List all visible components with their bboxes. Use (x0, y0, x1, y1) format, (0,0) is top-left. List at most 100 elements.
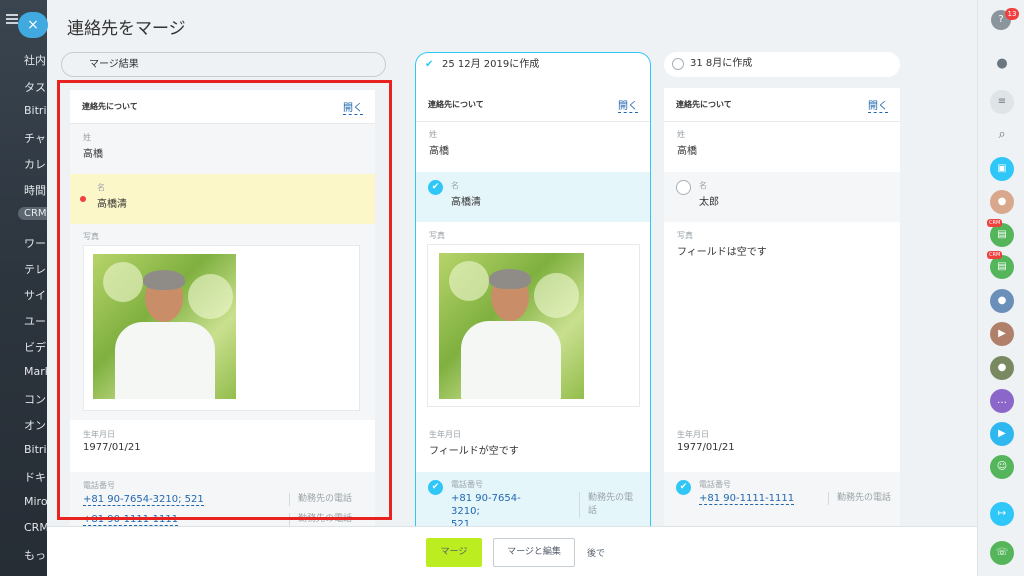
field-value: 高橋 (429, 146, 449, 157)
phone-link[interactable]: +81 90-7654-3210; 521 (83, 493, 204, 506)
photo-frame (427, 244, 640, 407)
left-nav-item[interactable]: もっ (24, 547, 46, 563)
left-nav-item[interactable]: Miro (24, 495, 47, 508)
merge-and-edit-button[interactable]: マージと編集 (493, 538, 575, 567)
check-circle-icon[interactable]: ✔ (428, 180, 443, 195)
last-name-field: 姓 高橋 (416, 122, 650, 172)
photo-field: 写真 フィールドは空です (664, 222, 900, 422)
avatar[interactable]: ● (990, 356, 1014, 380)
right-sidebar: ? 13 ● ≡ ⌕ ▣ ● CRM ▤ CRM ▤ ● ▶ ● … ▶ ☺ ↦ ☏ (977, 0, 1024, 576)
left-nav-item[interactable]: チャ (24, 130, 46, 146)
field-label: 電話番号 (699, 480, 731, 489)
left-nav-item[interactable]: CRM (24, 521, 47, 534)
column-header-label: 31 8月に作成 (690, 58, 753, 69)
chat-list-icon[interactable]: ≡ (990, 90, 1014, 114)
merge-result-header: マージ結果 (61, 52, 386, 77)
left-sidebar: 社内 タス Bitriz チャ カレ 時間 CRM ワー テレ サイ ユー ビデ… (0, 0, 47, 576)
field-label: 写真 (677, 231, 693, 240)
crm-tag: CRM (987, 251, 1003, 259)
field-label: 名 (451, 181, 459, 190)
left-nav-item[interactable]: ワー (24, 235, 46, 251)
field-label: 電話番号 (83, 481, 115, 490)
column-header-august[interactable]: 31 8月に作成 (664, 52, 900, 77)
group-icon[interactable]: ☺ (990, 455, 1014, 479)
phone-call-icon[interactable]: ☏ (990, 541, 1014, 565)
avatar[interactable]: ● (990, 289, 1014, 313)
check-circle-icon[interactable]: ✔ (676, 480, 691, 495)
open-link[interactable]: 開く (618, 97, 638, 113)
left-nav-item[interactable]: オン (24, 417, 46, 433)
check-icon: ✔ (425, 59, 434, 70)
left-nav-item[interactable]: ドキ (24, 469, 46, 485)
field-label: 写真 (429, 231, 445, 240)
left-nav-item[interactable]: タス (24, 79, 46, 95)
phone-type: 勤務先の電話 (289, 513, 352, 526)
merge-button[interactable]: マージ (426, 538, 482, 567)
phone-type: 勤務先の電話 (289, 493, 352, 506)
bell-icon[interactable]: ● (993, 55, 1011, 73)
field-value: 高橋清 (451, 197, 481, 208)
left-nav-item[interactable]: 社内 (24, 52, 46, 68)
field-value: 高橋 (83, 149, 103, 160)
merge-panel: 連絡先をマージ マージ結果 ✔ 25 12月 2019に作成 31 8月に作成 … (47, 0, 977, 576)
message-icon[interactable]: … (990, 389, 1014, 413)
radio-unchecked-icon[interactable] (672, 58, 684, 70)
left-nav-item-crm[interactable]: CRM (18, 207, 47, 220)
column-header-2019[interactable]: ✔ 25 12月 2019に作成 (415, 52, 651, 77)
crm-chat-icon[interactable]: CRM ▤ (987, 219, 1014, 247)
left-nav-item[interactable]: サイ (24, 287, 46, 303)
left-nav-item[interactable]: Bitriz (24, 104, 47, 117)
photo-frame (83, 245, 360, 411)
field-value: 太郎 (699, 197, 719, 208)
phone-link[interactable]: +81 90-1111-1111 (83, 513, 179, 526)
files-icon[interactable]: ↦ (990, 502, 1014, 526)
open-link[interactable]: 開く (343, 99, 363, 115)
search-icon[interactable]: ⌕ (993, 126, 1011, 144)
close-icon[interactable]: × (18, 12, 48, 38)
lock-icon[interactable]: ▣ (990, 157, 1014, 181)
hamburger-menu-icon[interactable] (6, 14, 18, 24)
check-circle-icon[interactable]: ✔ (428, 480, 443, 495)
contact-photo (439, 253, 584, 399)
field-label: 名 (97, 183, 105, 192)
crm-chat-icon[interactable]: CRM ▤ (987, 251, 1014, 279)
field-label: 生年月日 (429, 430, 461, 439)
left-nav-item[interactable]: ユー (24, 313, 46, 329)
left-nav-item[interactable]: ビデ (24, 339, 46, 355)
left-nav-item[interactable]: Mark (24, 365, 47, 378)
field-value: フィールドは空です (677, 247, 767, 258)
field-value: 高橋 (677, 146, 697, 157)
phone-type: 勤務先の電話 (579, 492, 633, 518)
section-header: 連絡先について 開く (664, 88, 900, 122)
field-label: 姓 (83, 133, 91, 142)
meeting-icon[interactable]: ▶ (990, 422, 1014, 446)
field-value: 1977/01/21 (677, 442, 735, 453)
section-header: 連絡先について 開く (70, 90, 375, 124)
later-button[interactable]: 後で (587, 546, 605, 559)
field-label: 生年月日 (83, 430, 115, 439)
first-name-field[interactable]: 名 太郎 (664, 172, 900, 222)
field-label: 姓 (677, 130, 685, 139)
merge-result-card: 連絡先について 開く 姓 高橋 名 高橋清 写真 生年月日 1977/01/21… (70, 90, 375, 576)
left-nav-item[interactable]: カレ (24, 156, 46, 172)
field-value: 高橋清 (97, 199, 127, 210)
field-label: 姓 (429, 130, 437, 139)
page-title: 連絡先をマージ (67, 19, 186, 39)
section-header: 連絡先について 開く (416, 88, 650, 122)
left-nav-item[interactable]: Bitriz (24, 443, 47, 456)
radio-unchecked-icon[interactable] (676, 180, 691, 195)
left-nav-item[interactable]: コン (24, 391, 46, 407)
open-link[interactable]: 開く (868, 97, 888, 113)
left-nav-item[interactable]: 時間 (24, 182, 46, 198)
contact-card-2019: 連絡先について 開く 姓 高橋 ✔ 名 高橋清 写真 生年月日 フィールドが空で… (415, 77, 651, 576)
avatar[interactable]: ● (990, 190, 1014, 214)
first-name-field[interactable]: 名 高橋清 (70, 174, 375, 224)
last-name-field: 姓 高橋 (664, 122, 900, 172)
first-name-field[interactable]: ✔ 名 高橋清 (416, 172, 650, 222)
column-header-label: 25 12月 2019に作成 (442, 59, 540, 70)
field-value: フィールドが空です (429, 446, 519, 457)
phone-link[interactable]: +81 90-1111-1111 (699, 492, 795, 505)
notification-badge: 13 (1005, 8, 1019, 20)
video-call-icon[interactable]: ▶ (990, 322, 1014, 346)
left-nav-item[interactable]: テレ (24, 261, 46, 277)
